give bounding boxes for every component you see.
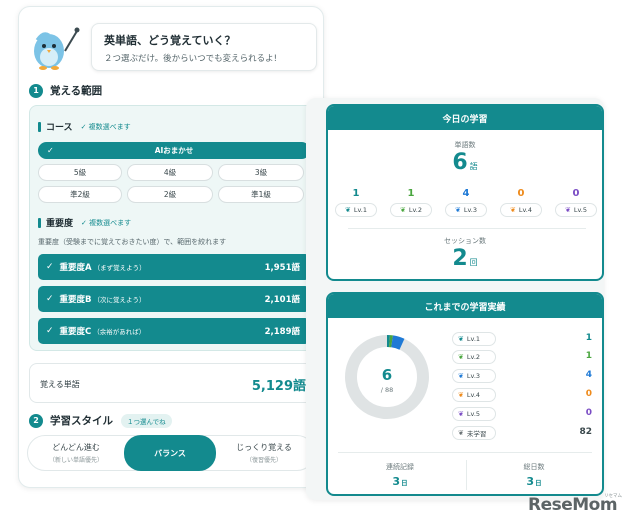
today-words: 6語: [328, 150, 602, 175]
donut-total: / 88: [381, 386, 394, 394]
importance-multi-note: ✓ 複数選べます: [81, 218, 132, 227]
leaf-icon: ❦: [454, 206, 461, 214]
bird-mascot-icon: [34, 27, 80, 70]
importance-option-c[interactable]: ✓ 重要度C （余裕があれば） 2,189語: [38, 318, 310, 344]
learning-stats-panel: 今日の学習 単語数 6語 1 ❦ Lv.1 1 ❦ Lv.2 4 ❦ Lv.3 0 ❦…: [306, 98, 604, 500]
today-level-3: 4 ❦ Lv.3: [444, 188, 488, 217]
check-icon: ✓: [46, 326, 54, 336]
step-number: 2: [29, 413, 43, 428]
check-icon: ✓: [46, 294, 54, 304]
course-option-ai[interactable]: ✓ AIおまかせ: [38, 142, 310, 159]
history-legend-lv3: ❦ Lv.3 4: [452, 369, 594, 383]
progress-donut-chart: 6 / 88: [345, 335, 429, 419]
today-sessions-label: セッション数: [444, 237, 486, 245]
history-card: これまでの学習実績 6 / 88 ❦ Lv.1 1 ❦ Lv.2 1 ❦ Lv.3 4…: [326, 292, 604, 496]
course-option-pre-grade1[interactable]: 準1級: [218, 186, 304, 203]
leaf-icon: ❦: [399, 206, 406, 214]
leaf-icon: ❦: [458, 391, 464, 399]
course-option-grade2[interactable]: 2級: [127, 186, 213, 203]
divider: [348, 228, 586, 229]
importance-label: 重要度: [46, 219, 74, 229]
importance-hint: 重要度（受験までに覚えておきたい度）で、範囲を絞れます: [38, 238, 227, 246]
style-option-balance[interactable]: バランス: [124, 435, 216, 471]
today-title: 今日の学習: [328, 106, 602, 130]
today-learning-card: 今日の学習 単語数 6語 1 ❦ Lv.1 1 ❦ Lv.2 4 ❦ Lv.3 0 ❦…: [326, 104, 604, 281]
section-marker: [38, 217, 41, 228]
today-sessions-value: 2: [452, 246, 468, 271]
course-option-grade3[interactable]: 3級: [218, 164, 304, 181]
total-words-box: 覚える単語 5,129語: [29, 363, 317, 403]
history-legend-unlearned: ❦ 未学習 82: [452, 426, 594, 440]
today-level-4: 0 ❦ Lv.4: [499, 188, 543, 217]
style-single-badge: １つ選んでね: [121, 413, 172, 428]
today-level-5: 0 ❦ Lv.5: [554, 188, 598, 217]
style-option-careful[interactable]: じっくり覚える （復習優先）: [218, 436, 310, 470]
course-option-grade5[interactable]: 5級: [38, 164, 122, 181]
style-option-fast[interactable]: どんどん進む （新しい単語優先）: [30, 436, 122, 470]
history-title: これまでの学習実績: [328, 294, 602, 318]
total-words-value: 5,129語: [251, 379, 306, 394]
resemom-logo-tag: リセマム: [604, 494, 622, 499]
divider: [466, 460, 467, 490]
leaf-icon: ❦: [509, 206, 516, 214]
divider: [338, 452, 592, 453]
intro-subtitle: ２つ選ぶだけ。後からいつでも変えられるよ!: [104, 54, 277, 64]
importance-header: 重要度 ✓ 複数選べます: [38, 216, 131, 229]
today-words-unit: 語: [469, 162, 478, 171]
streak-stat: 連続記録 3日: [386, 463, 414, 488]
course-header: コース ✓ 複数選べます: [38, 120, 131, 133]
history-legend-lv4: ❦ Lv.4 0: [452, 388, 594, 402]
today-level-2: 1 ❦ Lv.2: [389, 188, 433, 217]
importance-option-b[interactable]: ✓ 重要度B （次に覚えよう） 2,101語: [38, 286, 310, 312]
leaf-icon: ❦: [458, 335, 464, 343]
importance-option-a[interactable]: ✓ 重要度A （まず覚えよう） 1,951語: [38, 254, 310, 280]
course-option-pre-grade2[interactable]: 準2級: [38, 186, 122, 203]
leaf-icon: ❦: [458, 353, 464, 361]
today-words-value: 6: [452, 150, 468, 175]
range-step-label: 覚える範囲: [50, 85, 103, 97]
range-settings-box: コース ✓ 複数選べます ✓ AIおまかせ 5級 4級 3級 準2級 2級 準1…: [29, 105, 317, 351]
leaf-icon: ❦: [458, 372, 464, 380]
total-words-label: 覚える単語: [40, 380, 80, 389]
check-icon: ✓: [47, 146, 54, 155]
today-level-1: 1 ❦ Lv.1: [334, 188, 378, 217]
range-step-header: 1 覚える範囲: [29, 83, 102, 98]
section-marker: [38, 121, 41, 132]
history-legend-lv5: ❦ Lv.5 0: [452, 407, 594, 421]
step-number: 1: [29, 83, 43, 98]
intro-speech-bubble: 英単語、どう覚えていく？ ２つ選ぶだけ。後からいつでも変えられるよ!: [91, 23, 317, 71]
history-legend-lv2: ❦ Lv.2 1: [452, 350, 594, 364]
donut-value: 6: [382, 366, 392, 384]
style-step-header: 2 学習スタイル １つ選んでね: [29, 413, 172, 428]
course-multi-note: ✓ 複数選べます: [80, 122, 131, 131]
leaf-icon: ❦: [344, 206, 351, 214]
learning-style-selector: どんどん進む （新しい単語優先） バランス じっくり覚える （復習優先）: [27, 435, 315, 471]
leaf-icon: ❦: [458, 429, 464, 437]
leaf-icon: ❦: [458, 410, 464, 418]
check-icon: ✓: [46, 262, 54, 272]
course-label: コース: [46, 123, 73, 133]
today-sessions: 2回: [328, 246, 602, 271]
course-option-grade4[interactable]: 4級: [127, 164, 213, 181]
intro-title: 英単語、どう覚えていく？: [104, 34, 236, 47]
leaf-icon: ❦: [564, 206, 571, 214]
today-sessions-unit: 回: [469, 258, 478, 267]
learning-settings-panel: 英単語、どう覚えていく？ ２つ選ぶだけ。後からいつでも変えられるよ! 1 覚える…: [18, 6, 324, 488]
today-words-label: 単語数: [454, 141, 476, 149]
style-step-label: 学習スタイル: [50, 415, 113, 427]
history-legend-lv1: ❦ Lv.1 1: [452, 332, 594, 346]
total-days-stat: 総日数 3日: [523, 463, 545, 488]
